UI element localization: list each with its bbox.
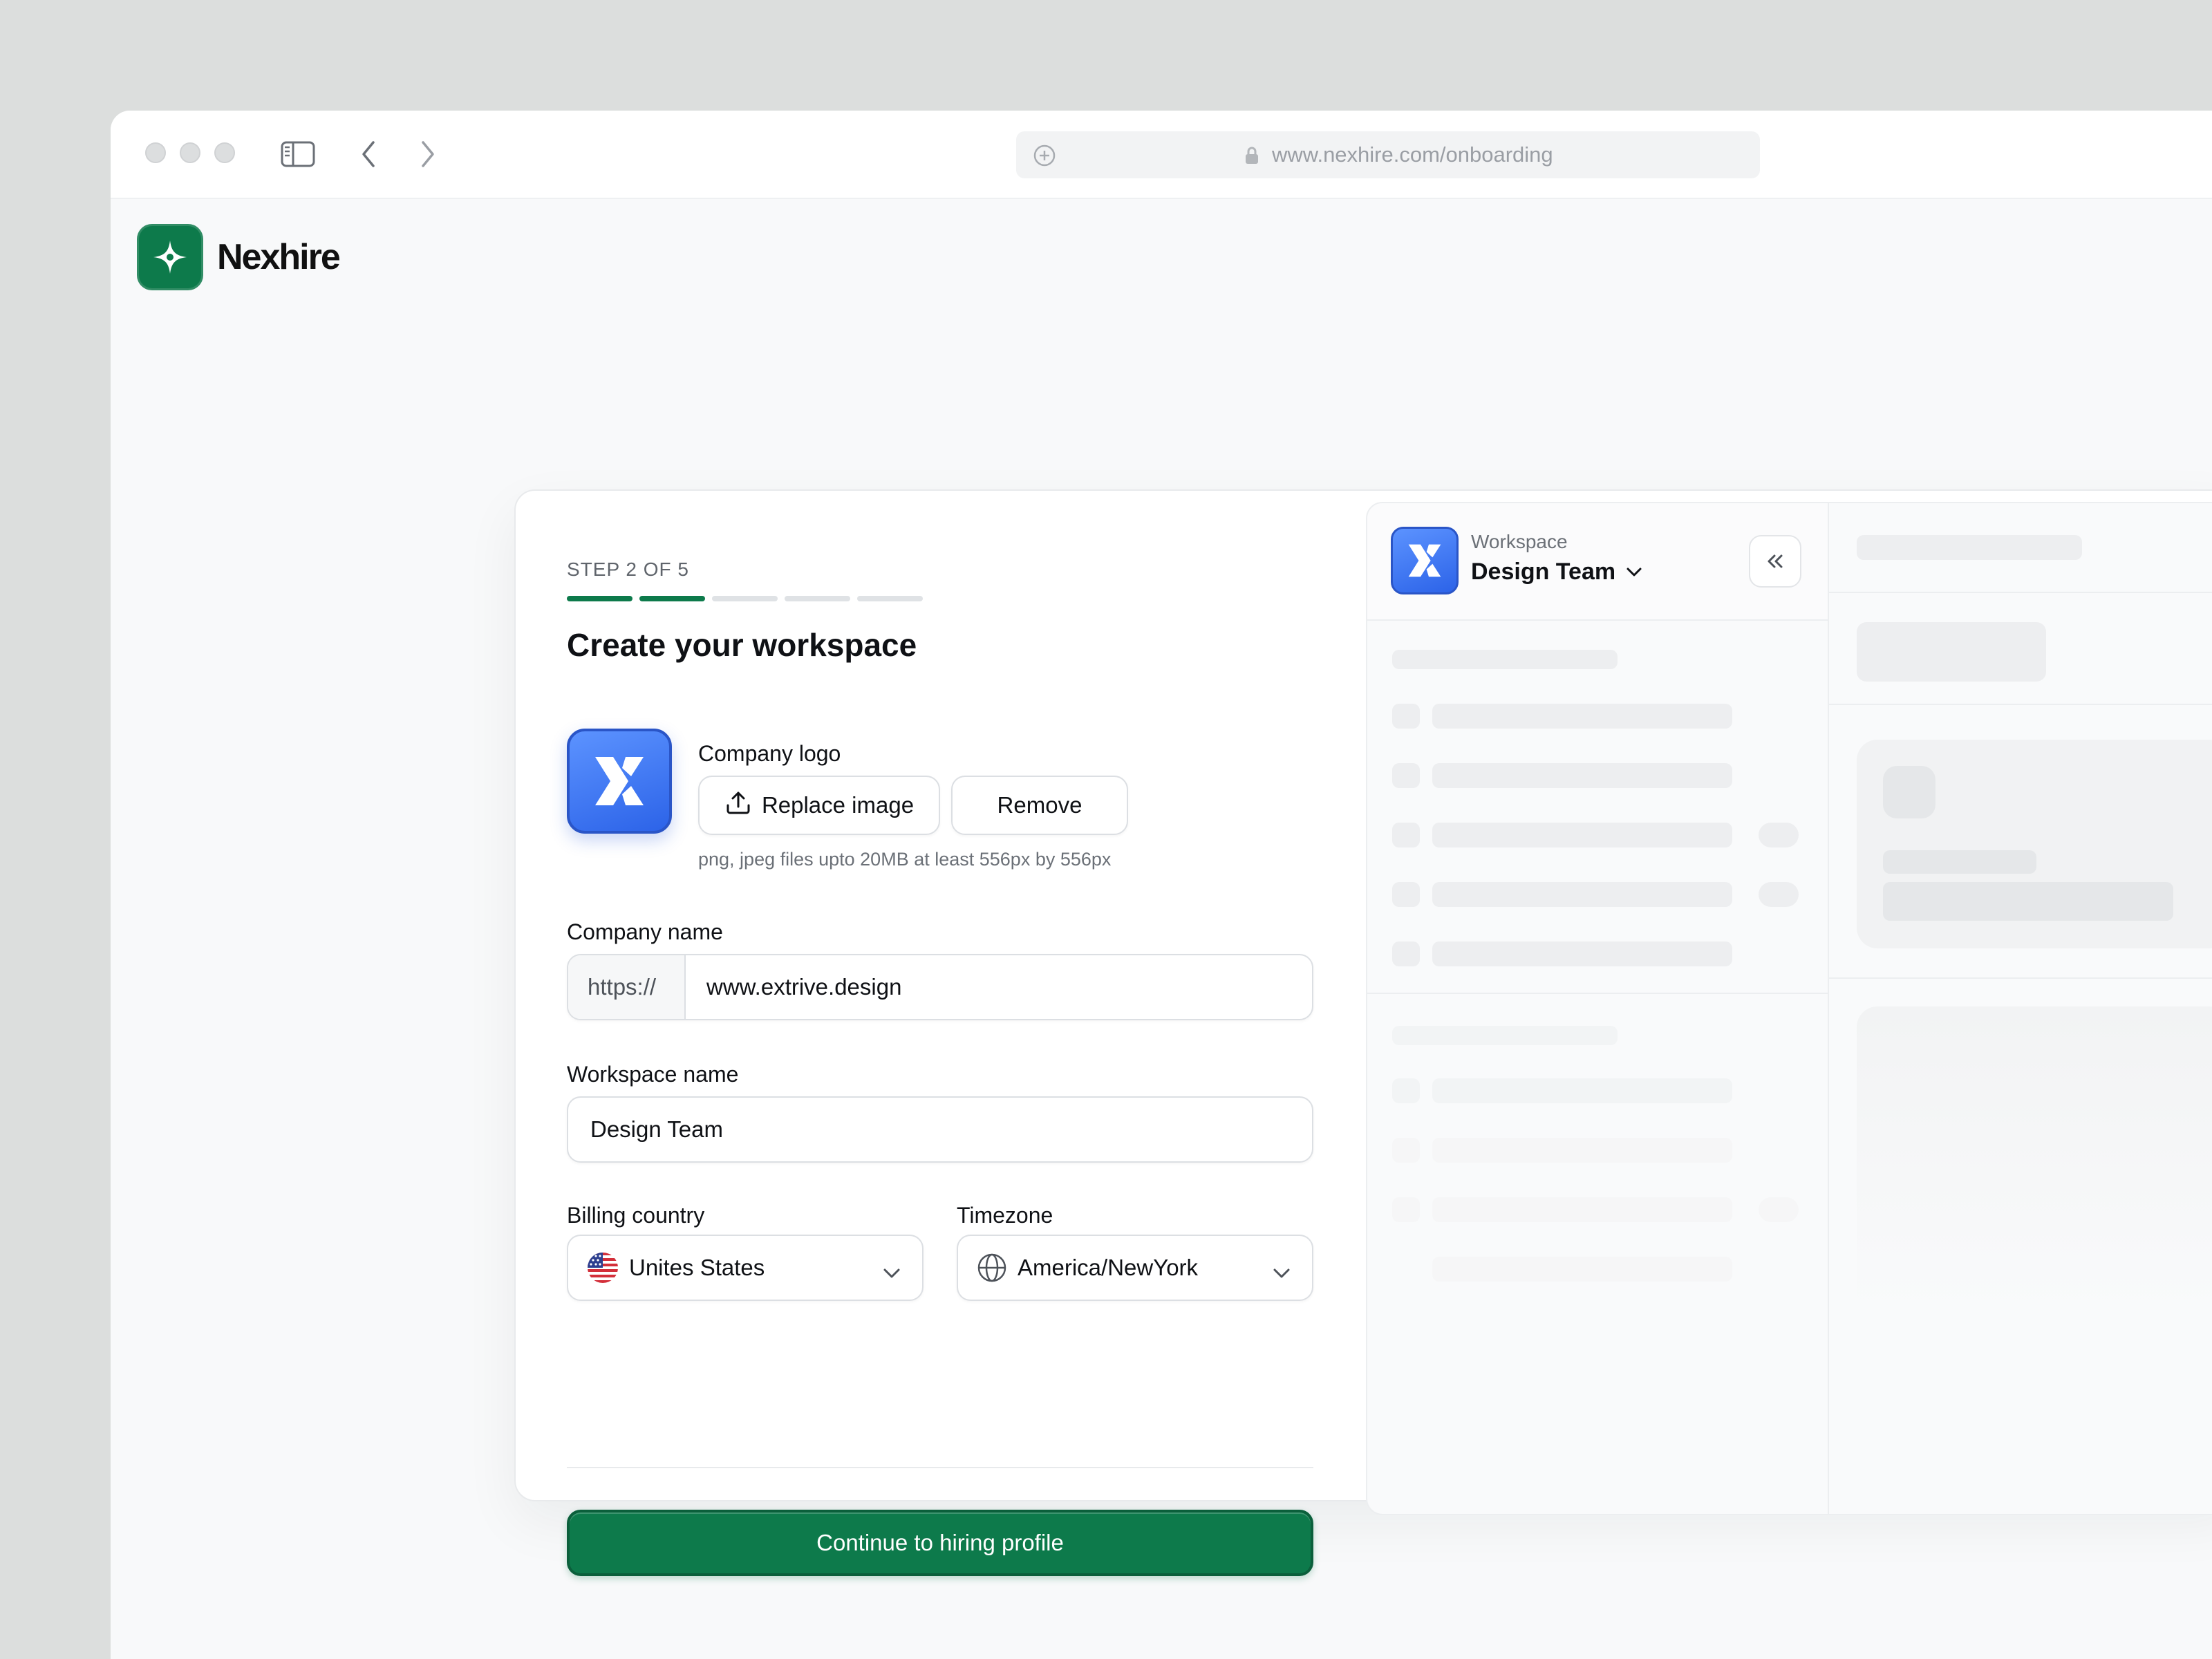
preview-header: Workspace Design Team — [1367, 503, 1828, 621]
brand-name: Nexhire — [217, 237, 341, 277]
skeleton-bar — [1392, 1197, 1420, 1222]
progress-segment — [639, 596, 705, 601]
billing-country-label: Billing country — [567, 1203, 705, 1228]
skeleton-bar — [1392, 1026, 1618, 1045]
skeleton-divider — [1367, 993, 1828, 994]
workspace-switcher[interactable]: Design Team — [1471, 559, 1643, 585]
browser-toolbar: www.nexhire.com/onboarding — [111, 111, 2212, 199]
skeleton-bar — [1432, 882, 1732, 907]
skeleton-card — [1857, 1006, 2212, 1311]
remove-button[interactable]: Remove — [951, 776, 1128, 835]
skeleton-avatar — [1883, 766, 1936, 818]
skeleton-bar — [1432, 1138, 1732, 1163]
upload-icon — [724, 789, 752, 822]
chevron-down-icon — [882, 1259, 901, 1286]
window-close-button[interactable] — [145, 142, 166, 163]
workspace-logo — [1391, 527, 1459, 594]
skeleton-block — [1857, 622, 2046, 682]
skeleton-bar — [1392, 1138, 1420, 1163]
sidebar-icon[interactable] — [281, 141, 315, 171]
us-flag-icon — [586, 1251, 619, 1284]
url-prefix: https:// — [568, 955, 686, 1019]
timezone-select[interactable]: America/NewYork — [957, 1235, 1313, 1301]
address-bar[interactable]: www.nexhire.com/onboarding — [1016, 131, 1760, 178]
company-name-label: Company name — [567, 919, 723, 944]
chevron-down-icon — [1272, 1259, 1291, 1286]
url-text[interactable]: www.nexhire.com/onboarding — [1272, 142, 1553, 167]
skeleton-bar — [1392, 704, 1420, 729]
billing-country-select[interactable]: Unites States — [567, 1235, 924, 1301]
window-minimize-button[interactable] — [180, 142, 200, 163]
skeleton-bar — [1432, 823, 1732, 847]
browser-window: www.nexhire.com/onboarding Nexhire STEP … — [111, 111, 2212, 1659]
billing-country-value: Unites States — [629, 1255, 765, 1280]
plus-circle-icon[interactable] — [1033, 144, 1056, 171]
skeleton-bar — [1392, 823, 1420, 847]
window-maximize-button[interactable] — [214, 142, 235, 163]
skeleton-bar — [1857, 535, 2082, 560]
globe-icon — [976, 1252, 1008, 1284]
skeleton-bar — [1392, 1078, 1420, 1103]
page-title: Create your workspace — [567, 627, 917, 663]
workspace-name-field[interactable]: Design Team — [567, 1096, 1313, 1163]
progress-segment — [567, 596, 632, 601]
replace-image-button[interactable]: Replace image — [698, 776, 940, 835]
skeleton-bar — [1392, 882, 1420, 907]
skeleton-bar — [1432, 1078, 1732, 1103]
step-indicator: STEP 2 OF 5 — [567, 559, 689, 580]
chevron-left-icon[interactable] — [359, 140, 377, 172]
skeleton-divider — [1829, 592, 2212, 593]
form-divider — [567, 1467, 1313, 1468]
workspace-name-label: Workspace name — [567, 1062, 739, 1087]
nexhire-logo-icon — [137, 224, 203, 290]
skeleton-bar — [1432, 704, 1732, 729]
skeleton-bar — [1392, 941, 1420, 966]
skeleton-bar — [1392, 763, 1420, 788]
skeleton-bar — [1432, 1197, 1732, 1222]
skeleton-divider — [1829, 704, 2212, 705]
skeleton-bar — [1432, 1257, 1732, 1282]
onboarding-card: STEP 2 OF 5 Create your workspace Compan… — [514, 489, 2212, 1576]
workspace-name: Design Team — [1471, 559, 1616, 585]
skeleton-bar — [1392, 650, 1618, 669]
replace-image-label: Replace image — [761, 792, 915, 818]
preview-column-divider — [1828, 503, 1829, 1514]
chevron-down-icon — [1625, 566, 1643, 579]
logo-hint: png, jpeg files upto 20MB at least 556px… — [698, 849, 1112, 870]
company-name-field[interactable]: https:// www.extrive.design — [567, 954, 1313, 1020]
workspace-label: Workspace — [1471, 531, 1568, 552]
step-progress — [567, 596, 923, 601]
brand[interactable]: Nexhire — [137, 224, 341, 290]
timezone-label: Timezone — [957, 1203, 1053, 1228]
skeleton-bar — [1432, 941, 1732, 966]
workspace-preview: Workspace Design Team — [1366, 502, 2212, 1515]
continue-button[interactable]: Continue to hiring profile — [567, 1510, 1313, 1576]
progress-segment — [712, 596, 778, 601]
double-chevron-left-icon[interactable] — [1749, 535, 1801, 588]
skeleton-divider — [1829, 977, 2212, 979]
chevron-right-icon[interactable] — [419, 140, 437, 172]
skeleton-bar — [1759, 882, 1799, 907]
skeleton-bar — [1883, 882, 2173, 921]
progress-segment — [785, 596, 850, 601]
skeleton-bar — [1759, 823, 1799, 847]
skeleton-bar — [1432, 763, 1732, 788]
skeleton-bar — [1759, 1197, 1799, 1222]
skeleton-bar — [1883, 850, 2036, 874]
workspace-name-value[interactable]: Design Team — [590, 1116, 723, 1143]
lock-icon — [1244, 147, 1259, 168]
company-name-value[interactable]: www.extrive.design — [706, 974, 901, 1000]
company-logo-label: Company logo — [698, 741, 841, 766]
remove-label: Remove — [997, 792, 1082, 818]
continue-label: Continue to hiring profile — [816, 1530, 1064, 1555]
progress-segment — [857, 596, 923, 601]
company-logo-preview — [567, 729, 672, 834]
timezone-value: America/NewYork — [1018, 1255, 1199, 1280]
